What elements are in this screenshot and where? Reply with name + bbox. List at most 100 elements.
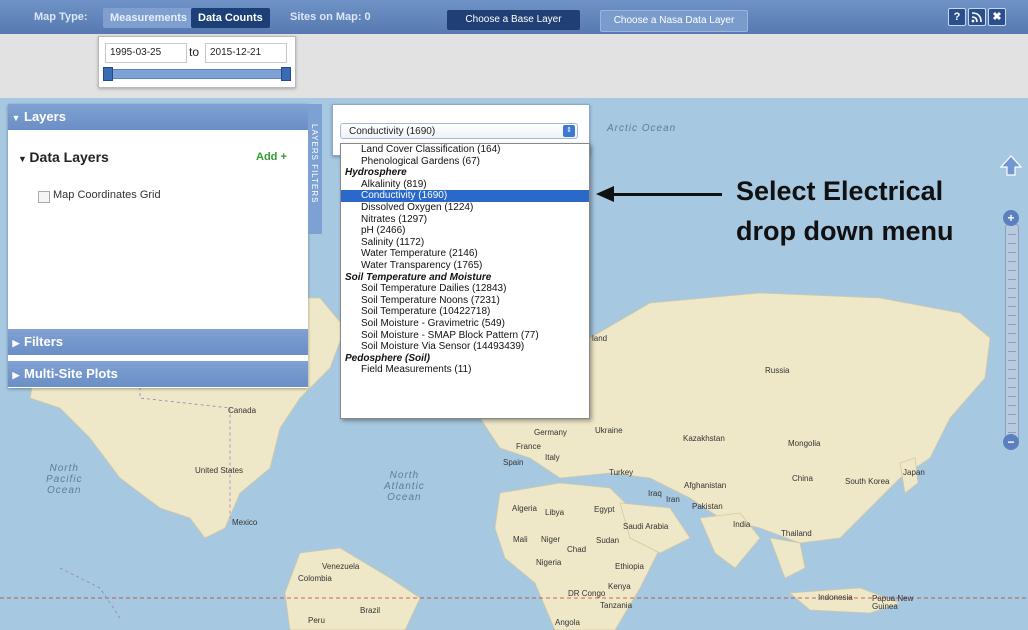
dropdown-group-heading: Hydrosphere (345, 167, 407, 179)
map-type-label: Map Type: (34, 11, 88, 23)
end-date-field[interactable]: 2015-12-21 (205, 43, 287, 63)
dropdown-group-heading: Soil Temperature and Moisture (345, 271, 492, 283)
dropdown-option[interactable]: Soil Temperature (10422718) (341, 306, 589, 318)
dropdown-option[interactable]: Water Transparency (1765) (341, 260, 589, 272)
zoom-step (1008, 279, 1016, 280)
map-label-turkey: Turkey (609, 468, 634, 477)
layers-header[interactable]: ▼ Layers (8, 104, 308, 130)
layers-filters-tab[interactable]: LAYERS FILTERS (308, 104, 322, 234)
map-label-colombia: Colombia (298, 574, 332, 583)
dropdown-group-heading: Pedosphere (Soil) (345, 352, 431, 364)
arctic-ocean-label: Arctic Ocean (607, 123, 677, 134)
map-label-mali: Mali (513, 535, 528, 544)
close-icon[interactable]: ✖ (988, 8, 1006, 26)
choose-base-layer-button[interactable]: Choose a Base Layer (447, 10, 580, 30)
zoom-step (1008, 324, 1016, 325)
zoom-step (1008, 432, 1016, 433)
rss-icon[interactable] (968, 8, 986, 26)
map-label-nigeria: Nigeria (536, 558, 562, 567)
dropdown-option[interactable]: Soil Moisture Via Sensor (14493439) (341, 341, 589, 353)
measurements-toggle[interactable]: Measurements (103, 8, 195, 28)
zoom-out-button[interactable]: − (1003, 434, 1019, 450)
data-layer-selected-value: Conductivity (1690) (349, 126, 436, 137)
zoom-step (1008, 360, 1016, 361)
layers-panel: ▼ Layers ▼ Data Layers Add + Map Coordina… (8, 104, 308, 388)
data-layers-heading[interactable]: ▼ Data Layers (18, 149, 109, 165)
slider-start-handle[interactable] (103, 67, 113, 81)
multi-site-plots-header[interactable]: ▶ Multi-Site Plots (8, 361, 308, 387)
help-icon[interactable]: ? (948, 8, 966, 26)
zoom-step (1008, 369, 1016, 370)
north-atlantic-label: North Atlantic Ocean (384, 470, 425, 503)
map-label-libya: Libya (545, 508, 565, 517)
map-label-afghanistan: Afghanistan (684, 481, 727, 490)
map-label-sudan: Sudan (596, 536, 620, 545)
chevron-right-icon: ▶ (12, 338, 20, 348)
annotation-line-2: drop down menu (736, 216, 954, 246)
dropdown-option[interactable]: Soil Temperature Dailies (12843) (341, 283, 589, 295)
map-label-united-states: United States (195, 466, 244, 475)
map-label-chad: Chad (567, 545, 587, 554)
map-label-niger: Niger (541, 535, 561, 544)
chevron-down-icon: ▼ (18, 154, 30, 164)
dropdown-option[interactable]: Conductivity (1690) (341, 190, 589, 202)
dropdown-option[interactable]: Salinity (1172) (341, 237, 589, 249)
zoom-step (1008, 306, 1016, 307)
date-to-label: to (189, 45, 200, 59)
map-label-iraq: Iraq (648, 489, 662, 498)
map-label-saudi-arabia: Saudi Arabia (623, 522, 669, 531)
dropdown-option[interactable]: Land Cover Classification (164) (341, 144, 589, 156)
dropdown-option[interactable]: Field Measurements (11) (341, 364, 589, 376)
dropdown-option[interactable]: Water Temperature (2146) (341, 248, 589, 260)
map-grid-label: Map Coordinates Grid (53, 189, 161, 201)
data-layers-title: Data Layers (29, 149, 109, 165)
annotation-arrow-line (612, 193, 722, 196)
data-counts-toggle[interactable]: Data Counts (191, 8, 270, 28)
dropdown-option[interactable]: Nitrates (1297) (341, 214, 589, 226)
map-label-russia: Russia (765, 366, 790, 375)
zoom-step (1008, 423, 1016, 424)
map-label-algeria: Algeria (512, 504, 537, 513)
zoom-step (1008, 252, 1016, 253)
zoom-step (1008, 243, 1016, 244)
map-label-italy: Italy (545, 453, 560, 462)
choose-nasa-layer-button[interactable]: Choose a Nasa Data Layer (600, 10, 748, 32)
slider-end-handle[interactable] (281, 67, 291, 81)
map-label-mexico: Mexico (232, 518, 258, 527)
filters-title: Filters (24, 334, 64, 349)
date-range-slider[interactable] (105, 69, 291, 79)
dropdown-option[interactable]: Dissolved Oxygen (1224) (341, 202, 589, 214)
zoom-step (1008, 396, 1016, 397)
data-layer-dropdown-list: Land Cover Classification (164) Phenologi… (340, 143, 590, 419)
dropdown-option[interactable]: Phenological Gardens (67) (341, 156, 589, 168)
chevron-right-icon: ▶ (12, 370, 20, 380)
map-grid-checkbox[interactable] (38, 191, 50, 203)
dropdown-option[interactable]: pH (2466) (341, 225, 589, 237)
dropdown-option[interactable]: Soil Moisture - SMAP Block Pattern (77) (341, 330, 589, 342)
zoom-step (1008, 342, 1016, 343)
date-range-picker: 1995-03-25 to 2015-12-21 (98, 36, 296, 88)
zoom-step (1008, 315, 1016, 316)
map-label-brazil: Brazil (360, 606, 381, 615)
zoom-step (1008, 288, 1016, 289)
start-date-field[interactable]: 1995-03-25 (105, 43, 187, 63)
map-label-thailand: Thailand (781, 529, 812, 538)
map-label-ethiopia: Ethiopia (615, 562, 644, 571)
dropdown-option[interactable]: Soil Temperature Noons (7231) (341, 295, 589, 307)
map-label-angola: Angola (555, 618, 580, 627)
zoom-step (1008, 414, 1016, 415)
dropdown-option[interactable]: Soil Moisture - Gravimetric (549) (341, 318, 589, 330)
map-label-south-korea: South Korea (845, 477, 890, 486)
data-layer-select[interactable]: Conductivity (1690) ⇕ (340, 123, 578, 139)
map-label-mongolia: Mongolia (788, 439, 821, 448)
annotation-line-1: Select Electrical (736, 176, 944, 206)
filters-header[interactable]: ▶ Filters (8, 329, 308, 355)
select-arrows-icon: ⇕ (563, 125, 575, 137)
zoom-step (1008, 351, 1016, 352)
pan-control-icon[interactable] (1000, 155, 1022, 183)
zoom-in-button[interactable]: + (1003, 210, 1019, 226)
dropdown-option[interactable]: Alkalinity (819) (341, 179, 589, 191)
map-label-germany: Germany (534, 428, 567, 437)
add-layer-link[interactable]: Add + (256, 151, 287, 163)
zoom-slider[interactable] (1005, 224, 1019, 442)
